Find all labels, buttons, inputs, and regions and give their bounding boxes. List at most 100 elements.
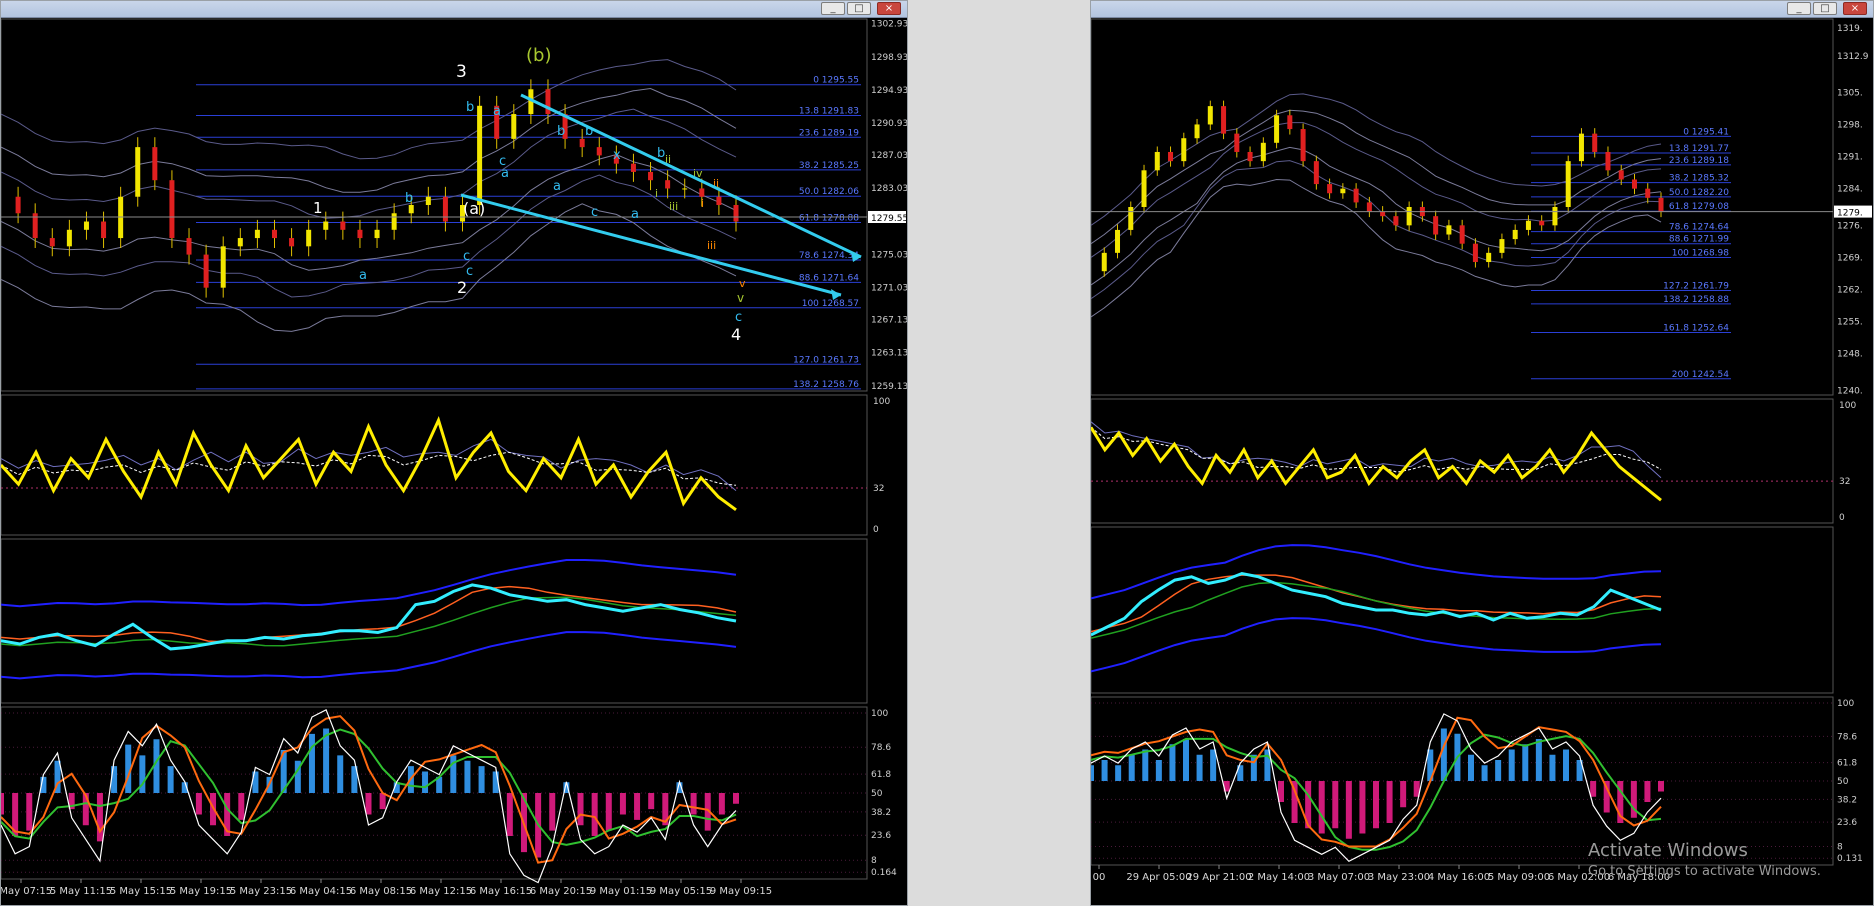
candle-body xyxy=(1393,216,1399,226)
time-tick-label: 3 May 23:00 xyxy=(1368,872,1430,883)
histogram-bar xyxy=(365,793,372,815)
candle-body xyxy=(1128,207,1134,230)
window-titlebar[interactable]: _ □ × xyxy=(1091,1,1873,18)
chart-window-left[interactable]: _ □ × 0 1295.55 13.8 1291.83 23.6 1289.19 3… xyxy=(0,0,908,906)
candle-body xyxy=(1433,216,1439,235)
osc-scale-label: 23.6 xyxy=(871,831,891,841)
fib-level-label: 161.8 1252.64 xyxy=(1663,323,1729,333)
activate-windows-title: Activate Windows xyxy=(1588,840,1748,861)
wave-label: 3 xyxy=(456,62,467,82)
fib-level-label: 127.2 1261.79 xyxy=(1663,281,1729,291)
histogram-bar xyxy=(506,793,513,836)
price-scale-label: 1259.13 xyxy=(871,382,907,392)
candle-body xyxy=(237,238,243,247)
rsi-scale-label: 32 xyxy=(873,484,884,494)
close-button[interactable]: × xyxy=(1843,2,1867,15)
candle-body xyxy=(1366,202,1372,212)
fib-level-label: 23.6 1289.19 xyxy=(799,128,859,138)
price-scale-label: 1284. xyxy=(1837,185,1863,195)
chart-window-right[interactable]: _ □ × 0 1295.41 13.8 1291.77 23.6 1289.18 3… xyxy=(1090,0,1874,906)
histogram-bar xyxy=(1359,781,1366,834)
candle-body xyxy=(1539,220,1545,226)
candle-body xyxy=(716,196,722,205)
osc-scale-label: 8 xyxy=(871,856,877,866)
candle-body xyxy=(665,180,671,189)
minimize-button[interactable]: _ xyxy=(1787,2,1811,15)
osc-scale-label: 61.8 xyxy=(1837,759,1857,769)
histogram-bar xyxy=(26,793,33,831)
osc-scale-label: 78.6 xyxy=(871,743,891,753)
histogram-bar xyxy=(718,793,725,815)
wave-label: x xyxy=(613,148,621,163)
wave-label: a xyxy=(493,104,501,119)
candle-body xyxy=(323,221,329,230)
candle-body xyxy=(135,147,141,197)
histogram-bar xyxy=(619,793,626,815)
histogram-bar xyxy=(577,793,584,826)
candle-body xyxy=(271,229,277,239)
candle-body xyxy=(733,205,739,222)
histogram-bar xyxy=(1142,749,1149,781)
histogram-bar xyxy=(634,793,641,820)
histogram-bar xyxy=(1549,754,1556,781)
candle-body xyxy=(1154,151,1160,171)
time-tick-label: 2 May 14:00 xyxy=(1248,872,1310,883)
wave-label: (b) xyxy=(526,45,551,66)
activate-windows-subtitle: Go to Settings to activate Windows. xyxy=(1588,864,1821,879)
close-button[interactable]: × xyxy=(877,2,901,15)
candle-body xyxy=(1300,129,1306,162)
fib-level-label: 100 1268.57 xyxy=(802,299,859,309)
histogram-bar xyxy=(1535,739,1542,781)
histogram-bar xyxy=(648,793,655,810)
histogram-bar xyxy=(1522,744,1529,781)
left-chart-canvas[interactable]: 0 1295.5513.8 1291.8323.6 1289.1938.2 12… xyxy=(1,17,907,905)
candle-body xyxy=(254,229,260,239)
wave-label: iii xyxy=(707,239,716,252)
maximize-button[interactable]: □ xyxy=(847,2,871,15)
candle-body xyxy=(1472,243,1478,263)
fib-level-label: 88.6 1271.99 xyxy=(1669,235,1729,245)
fib-level-label: 38.2 1285.32 xyxy=(1669,174,1729,184)
histogram-bar xyxy=(1169,744,1176,781)
histogram-bar xyxy=(1155,760,1162,781)
osc-scale-label: 0.131 xyxy=(1837,854,1863,864)
candle-body xyxy=(1592,133,1598,152)
histogram-bar xyxy=(733,793,739,804)
osc-scale-label: 23.6 xyxy=(1837,818,1857,828)
price-scale-label: 1263.13 xyxy=(871,349,907,359)
time-tick-label: 5 May 23:15 xyxy=(230,886,292,897)
window-titlebar[interactable]: _ □ × xyxy=(1,1,907,18)
candle-body xyxy=(1645,188,1651,198)
histogram-bar xyxy=(690,793,697,815)
histogram-bar xyxy=(1630,781,1637,818)
fib-level-label: 100 1268.98 xyxy=(1672,249,1730,259)
right-chart-canvas[interactable]: 0 1295.41 13.8 1291.77 23.6 1289.18 38.2 12… xyxy=(1091,17,1873,905)
candle-body xyxy=(1486,252,1492,263)
histogram-bar xyxy=(478,766,485,793)
osc-scale-label: 50 xyxy=(871,789,883,799)
candle-body xyxy=(1631,179,1637,189)
maximize-button[interactable]: □ xyxy=(1813,2,1837,15)
candle-body xyxy=(1247,151,1253,162)
histogram-bar xyxy=(1468,754,1474,781)
candle-body xyxy=(699,188,705,197)
fib-level-label: 88.6 1271.64 xyxy=(799,273,859,283)
fib-level-label: 23.6 1289.18 xyxy=(1669,156,1729,166)
wave-label: b xyxy=(557,124,565,139)
wave-label: c xyxy=(591,205,598,220)
time-tick-label: 4 May 16:00 xyxy=(1428,872,1490,883)
histogram-bar xyxy=(1508,749,1515,781)
candle-body xyxy=(425,196,431,205)
time-tick-label: 6 May 20:15 xyxy=(530,886,592,897)
fib-level-label: 127.0 1261.73 xyxy=(793,355,859,365)
osc-scale-label: 78.6 xyxy=(1837,732,1857,742)
candle-body xyxy=(1313,161,1319,185)
candle-body xyxy=(1194,124,1200,139)
minimize-button[interactable]: _ xyxy=(821,2,845,15)
candle-body xyxy=(1274,115,1280,143)
fib-level-label: 38.2 1285.25 xyxy=(799,161,859,171)
price-scale-label: 1267.13 xyxy=(871,316,907,326)
candle-body xyxy=(1552,207,1558,226)
candle-body xyxy=(49,238,55,247)
rsi-scale-label: 0 xyxy=(873,525,879,535)
